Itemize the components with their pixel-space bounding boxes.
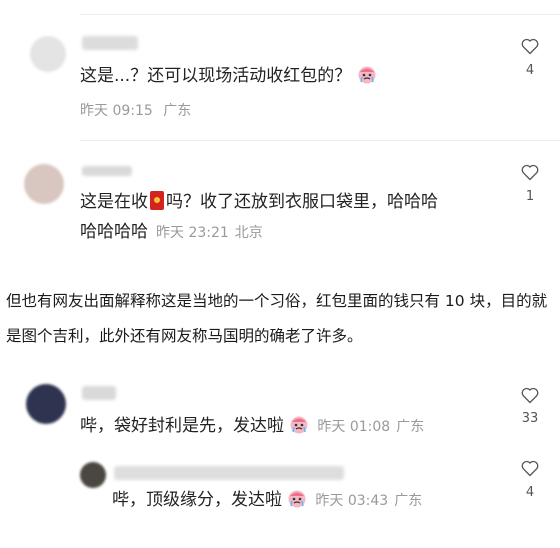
comment-text: 这是在收 吗？收了还放到衣服口袋里，哈哈哈	[80, 190, 438, 214]
red-envelope-emoji-icon	[150, 191, 164, 210]
like-count: 4	[525, 63, 535, 78]
crying-face-emoji-icon	[290, 416, 308, 434]
heart-outline-icon[interactable]	[520, 162, 540, 182]
timestamp: 昨天 09:15	[80, 103, 153, 119]
comment-body-line2: 哈哈哈哈	[80, 222, 148, 242]
timestamp: 昨天 23:21	[156, 225, 229, 241]
like-count: 4	[525, 485, 535, 500]
heart-outline-icon[interactable]	[520, 458, 540, 478]
username-blurred[interactable]	[82, 166, 132, 176]
comment-meta: 昨天 09:15 广东	[80, 100, 191, 120]
crying-face-emoji-icon	[288, 490, 306, 508]
crying-face-emoji-icon	[358, 66, 376, 84]
location: 广东	[396, 419, 425, 435]
comment-text: 哔，顶级缘分，发达啦 昨天 03:43 广东	[112, 488, 422, 513]
avatar[interactable]	[26, 384, 66, 424]
avatar[interactable]	[24, 164, 64, 204]
timestamp: 昨天 01:08	[317, 419, 391, 435]
timestamp: 昨天 03:43	[315, 493, 389, 509]
like-count: 1	[525, 189, 535, 204]
like-count: 33	[521, 411, 539, 426]
comment-text: 哔，袋好封利是先，发达啦 昨天 01:08 广东	[80, 414, 424, 439]
comment-text-line2: 哈哈哈哈 昨天 23:21 北京	[80, 220, 263, 245]
username-blurred[interactable]	[82, 36, 138, 50]
comment-body-part2: 吗？收了还放到衣服口袋里，哈哈哈	[166, 192, 438, 212]
username-blurred[interactable]	[82, 386, 116, 400]
comment-body-part1: 这是在收	[80, 192, 148, 212]
location: 广东	[163, 103, 192, 119]
avatar[interactable]	[30, 36, 66, 72]
avatar[interactable]	[80, 462, 106, 488]
divider	[80, 140, 560, 141]
username-blurred[interactable]	[114, 466, 344, 480]
article-paragraph: 但也有网友出面解释称这是当地的一个习俗，红包里面的钱只有 10 块，目的就是图个…	[6, 292, 548, 345]
comment-body: 这是...？还可以现场活动收红包的？	[80, 66, 352, 86]
location: 北京	[234, 225, 263, 241]
comment-body: 哔，顶级缘分，发达啦	[112, 490, 282, 510]
location: 广东	[394, 493, 423, 509]
comment-text: 这是...？还可以现场活动收红包的？	[80, 64, 377, 88]
heart-outline-icon[interactable]	[520, 385, 540, 405]
heart-outline-icon[interactable]	[520, 36, 540, 56]
divider-top	[80, 14, 560, 15]
comment-body: 哔，袋好封利是先，发达啦	[80, 416, 284, 436]
